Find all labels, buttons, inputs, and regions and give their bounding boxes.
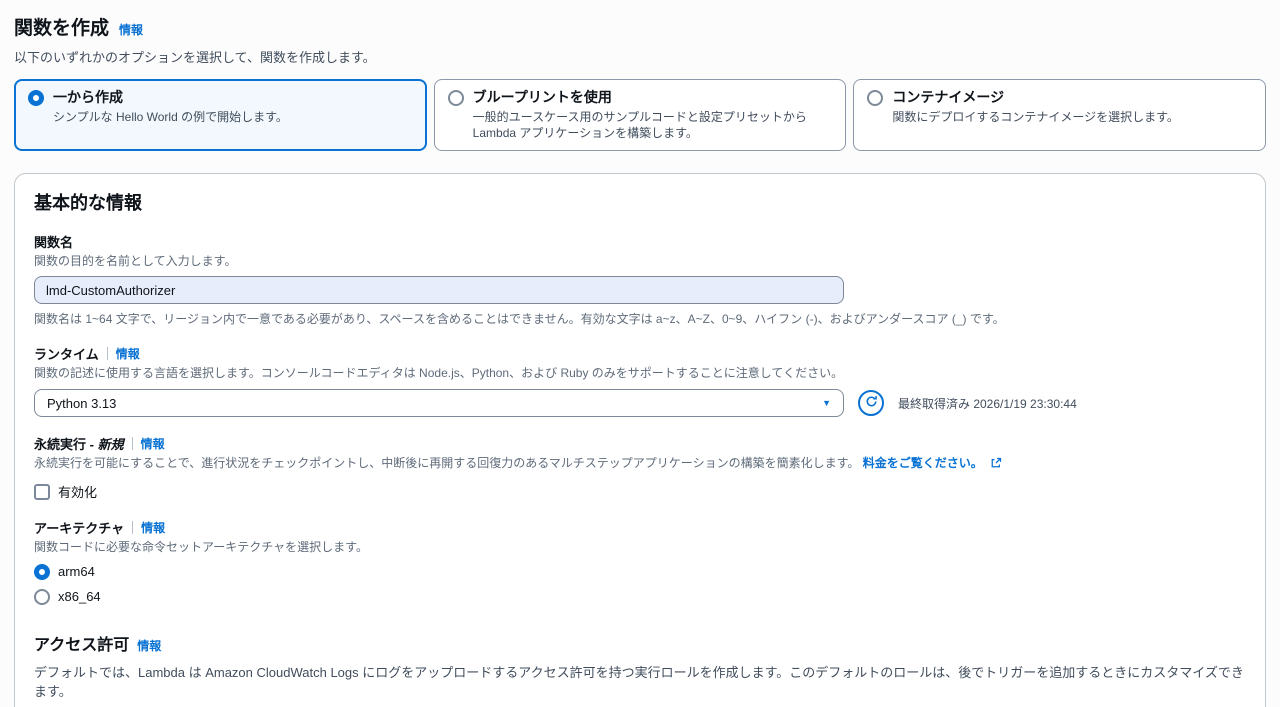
page-header: 関数を作成 情報	[14, 13, 1266, 40]
runtime-info-link[interactable]: 情報	[116, 345, 140, 362]
runtime-label: ランタイム	[34, 347, 99, 362]
tile-container-image[interactable]: コンテナイメージ 関数にデプロイするコンテナイメージを選択します。	[853, 79, 1267, 151]
function-name-input[interactable]	[34, 276, 844, 304]
durable-execution-new-flag: 新規	[97, 437, 124, 452]
durable-execution-enable-row[interactable]: 有効化	[34, 482, 1246, 501]
title-info-link[interactable]: 情報	[119, 21, 143, 38]
runtime-selected-value: Python 3.13	[47, 395, 117, 411]
tile-description: 関数にデプロイするコンテナイメージを選択します。	[892, 110, 1179, 124]
radio-unchecked-icon[interactable]	[867, 90, 884, 106]
durable-execution-info-link[interactable]: 情報	[141, 435, 165, 452]
page-subtitle: 以下のいずれかのオプションを選択して、関数を作成します。	[14, 50, 376, 65]
architecture-option-x86-64[interactable]: x86_64	[34, 588, 1246, 605]
runtime-description: 関数の記述に使用する言語を選択します。コンソールコードエディタは Node.js…	[34, 366, 844, 380]
function-name-description: 関数の目的を名前として入力します。	[34, 254, 237, 268]
durable-execution-checkbox-label: 有効化	[58, 485, 98, 500]
permissions-info-link[interactable]: 情報	[137, 637, 161, 654]
radio-unchecked-icon[interactable]	[34, 589, 50, 605]
tile-title: コンテナイメージ	[892, 89, 1005, 105]
refresh-icon	[865, 395, 878, 411]
tile-title: ブループリントを使用	[472, 89, 612, 105]
architecture-label: アーキテクチャ	[34, 521, 125, 536]
radio-checked-icon[interactable]	[28, 90, 44, 106]
chevron-down-icon: ▼	[822, 398, 831, 408]
function-name-field: 関数名 関数の目的を名前として入力します。 関数名は 1~64 文字で、リージョ…	[34, 232, 1246, 327]
runtime-field: ランタイム 情報 関数の記述に使用する言語を選択します。コンソールコードエディタ…	[34, 344, 1246, 417]
architecture-option-arm64[interactable]: arm64	[34, 563, 1246, 580]
durable-execution-description: 永続実行を可能にすることで、進行状況をチェックポイントし、中断後に再開する回復力…	[34, 456, 860, 470]
basic-information-container: 基本的な情報 関数名 関数の目的を名前として入力します。 関数名は 1~64 文…	[14, 173, 1266, 707]
architecture-option-label: x86_64	[58, 589, 101, 604]
function-name-constraint: 関数名は 1~64 文字で、リージョン内で一意である必要があり、スペースを含める…	[34, 312, 1005, 326]
runtime-select[interactable]: Python 3.13 ▼	[34, 389, 844, 417]
permissions-header: アクセス許可 情報	[34, 631, 1246, 655]
architecture-option-label: arm64	[58, 564, 95, 579]
tile-description: シンプルな Hello World の例で開始します。	[53, 110, 288, 124]
runtime-last-fetched: 最終取得済み 2026/1/19 23:30:44	[898, 396, 1077, 411]
refresh-runtimes-button[interactable]	[858, 390, 884, 416]
radio-checked-icon[interactable]	[34, 564, 50, 580]
architecture-field: アーキテクチャ 情報 関数コードに必要な命令セットアーキテクチャを選択します。 …	[34, 518, 1246, 605]
label-separator	[106, 347, 108, 360]
tile-use-blueprint[interactable]: ブループリントを使用 一般的ユースケース用のサンプルコードと設定プリセットから …	[433, 79, 847, 151]
tile-author-from-scratch[interactable]: 一から作成 シンプルな Hello World の例で開始します。	[14, 79, 427, 151]
basic-information-heading: 基本的な情報	[34, 193, 142, 213]
permissions-heading: アクセス許可	[34, 637, 130, 654]
create-function-page: 関数を作成 情報 以下のいずれかのオプションを選択して、関数を作成します。 一か…	[0, 0, 1280, 707]
pricing-link[interactable]: 料金をご覧ください。	[863, 456, 983, 470]
function-name-label: 関数名	[34, 235, 74, 250]
architecture-info-link[interactable]: 情報	[141, 519, 165, 536]
page-title: 関数を作成	[14, 18, 110, 39]
label-separator	[132, 521, 134, 534]
permissions-description: デフォルトでは、Lambda は Amazon CloudWatch Logs …	[34, 665, 1244, 699]
tile-description: 一般的ユースケース用のサンプルコードと設定プリセットから Lambda アプリケ…	[472, 110, 807, 140]
radio-unchecked-icon[interactable]	[447, 90, 464, 106]
checkbox-unchecked-icon[interactable]	[34, 483, 50, 500]
creation-option-tiles: 一から作成 シンプルな Hello World の例で開始します。 ブループリン…	[14, 79, 1267, 151]
durable-execution-field: 永続実行 - 新規 情報 永続実行を可能にすることで、進行状況をチェックポイント…	[34, 434, 1246, 501]
durable-execution-label: 永続実行 -	[34, 437, 94, 452]
architecture-description: 関数コードに必要な命令セットアーキテクチャを選択します。	[34, 540, 368, 554]
external-link-icon	[990, 457, 1002, 472]
tile-title: 一から作成	[53, 89, 123, 105]
label-separator	[131, 437, 133, 450]
